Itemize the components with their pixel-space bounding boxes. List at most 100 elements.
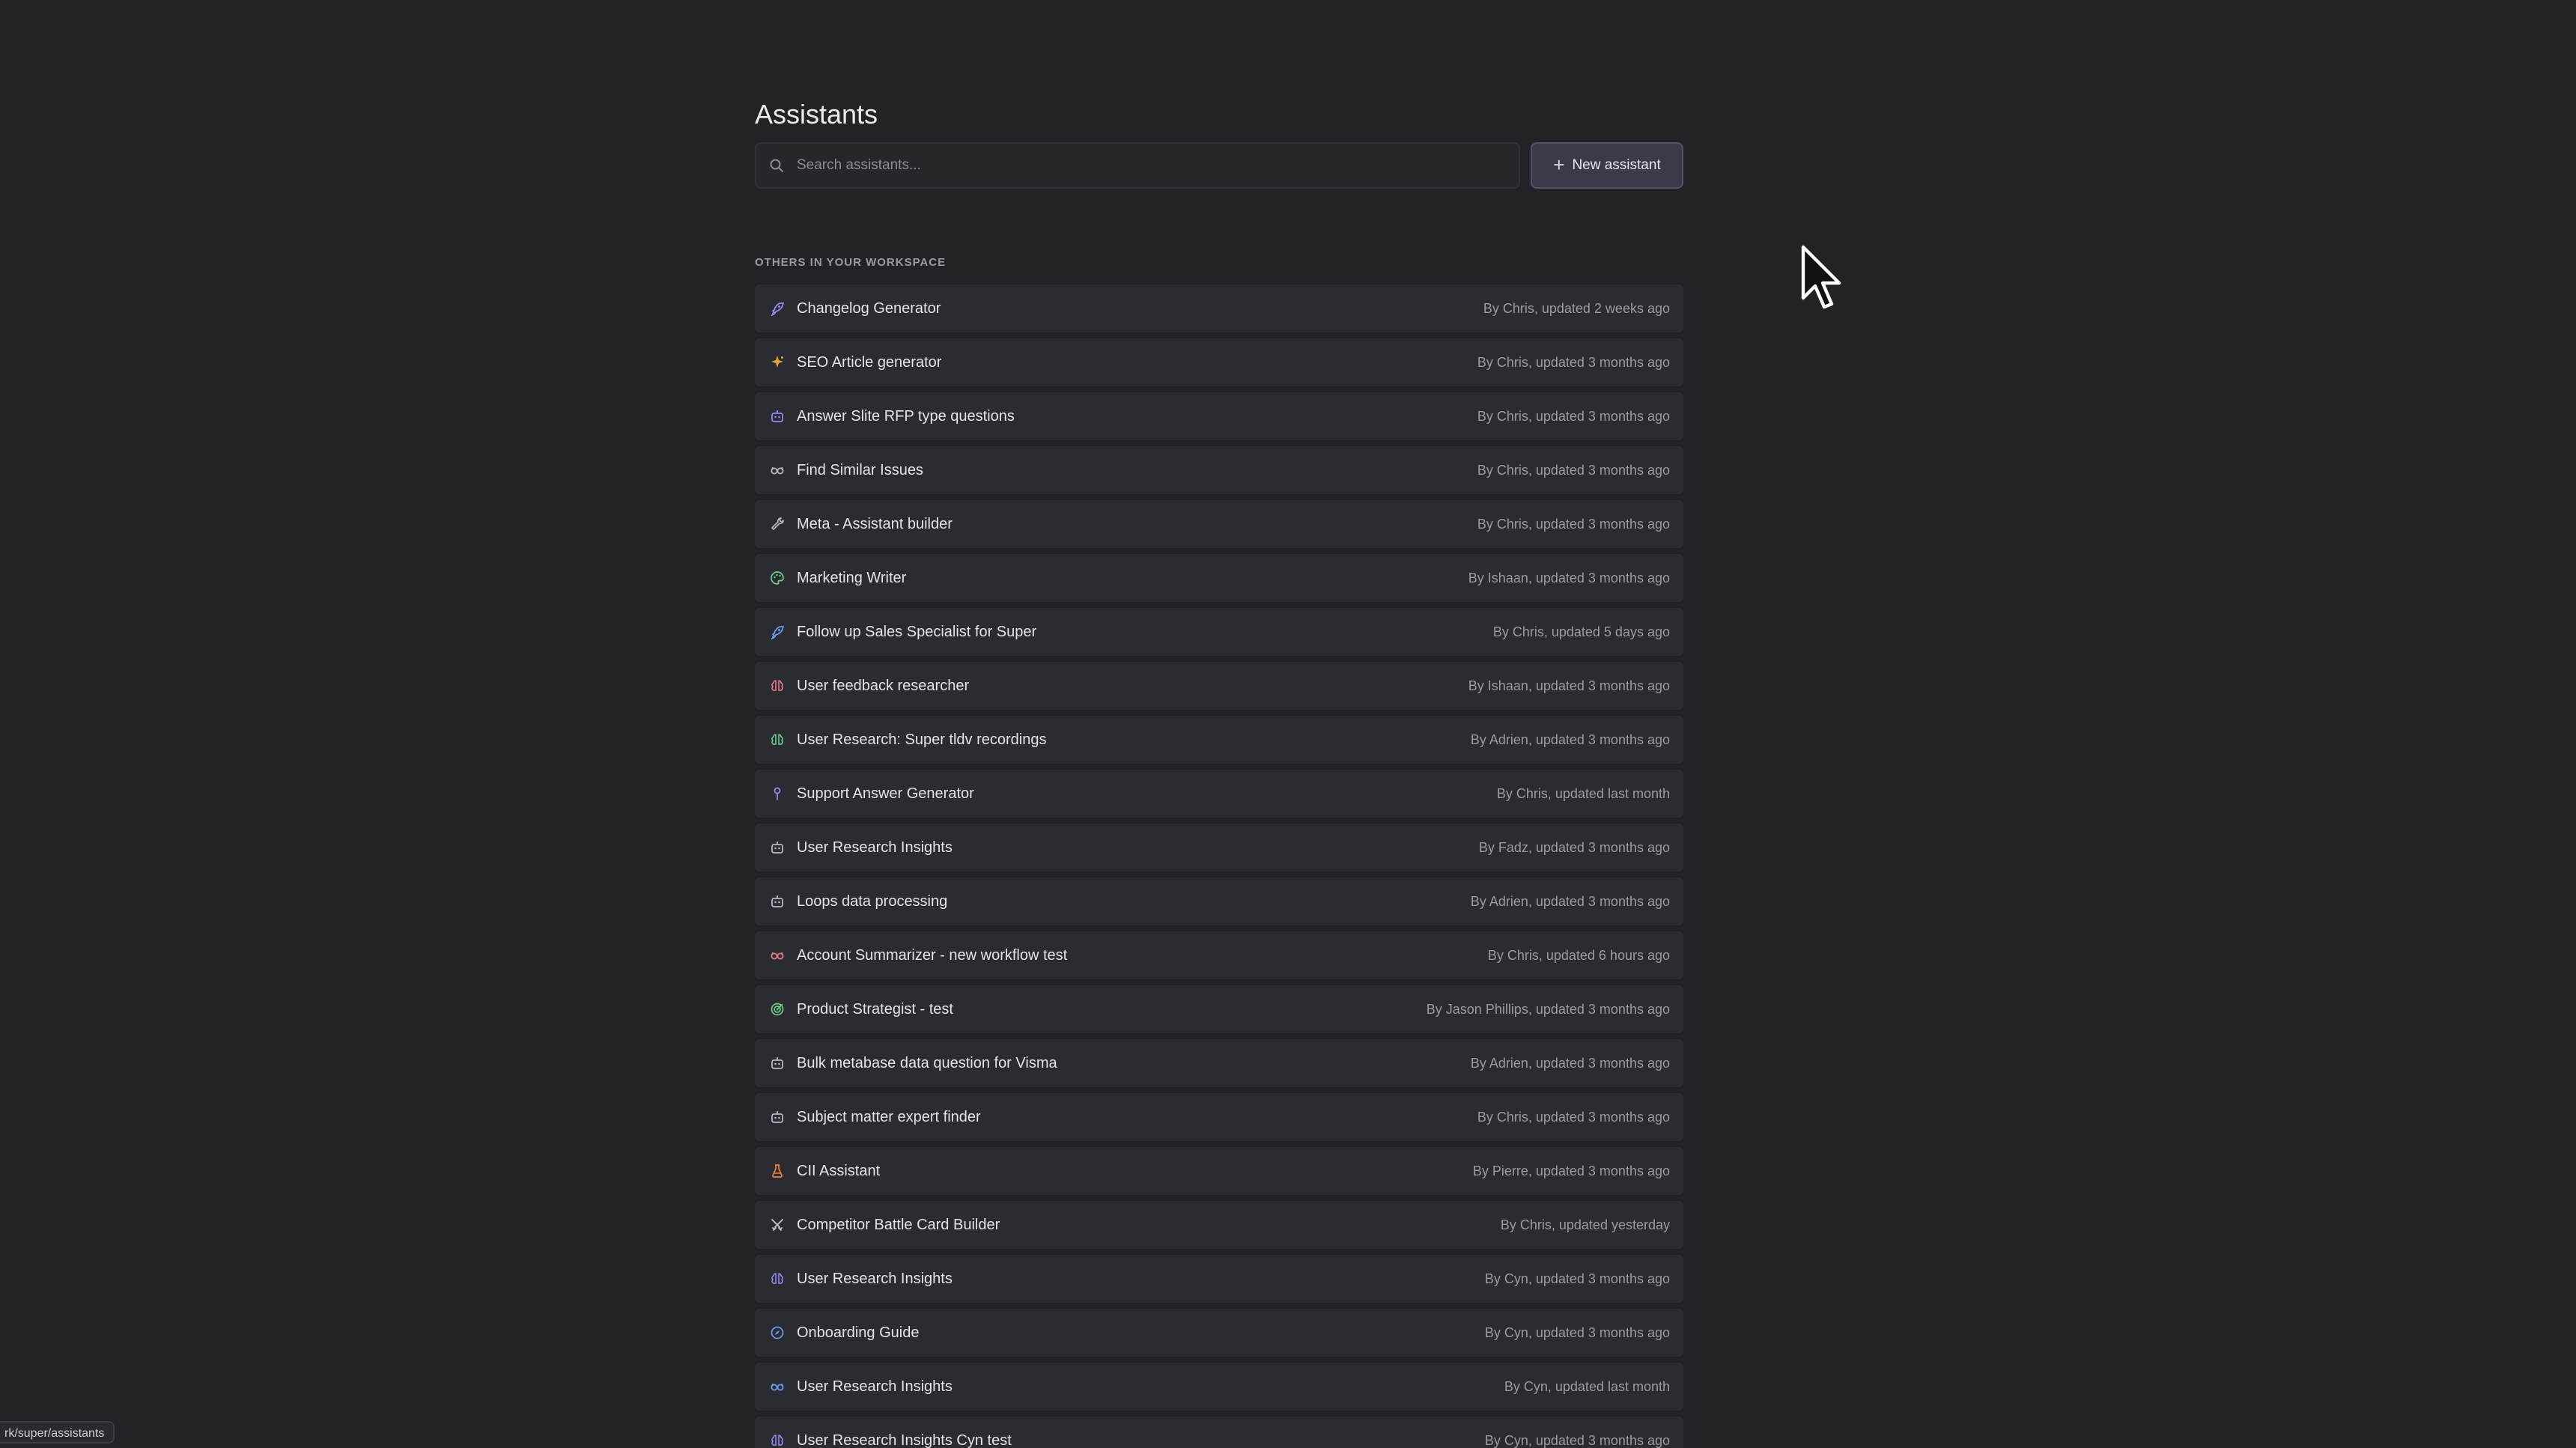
sparkle-icon: [768, 353, 786, 371]
main-content: Assistants + New assistant OTHERS IN YOU…: [755, 94, 1683, 1448]
assistant-meta: By Chris, updated 3 months ago: [1477, 354, 1670, 370]
assistant-row[interactable]: Bulk metabase data question for Visma By …: [755, 1039, 1683, 1087]
swords-icon: [768, 1216, 786, 1234]
assistant-name: User Research: Super tldv recordings: [797, 731, 1047, 748]
assistant-row[interactable]: SEO Article generator By Chris, updated 3…: [755, 338, 1683, 386]
glasses-icon: [768, 1378, 786, 1396]
new-assistant-button[interactable]: + New assistant: [1531, 142, 1683, 189]
assistant-meta: By Cyn, updated last month: [1504, 1378, 1670, 1394]
assistant-name: User Research Insights: [797, 1378, 953, 1395]
search-box[interactable]: [755, 142, 1520, 189]
assistant-meta: By Cyn, updated 3 months ago: [1484, 1324, 1670, 1340]
assistant-meta: By Chris, updated yesterday: [1500, 1217, 1670, 1232]
assistant-row[interactable]: Meta - Assistant builder By Chris, update…: [755, 500, 1683, 548]
assistant-meta: By Adrien, updated 3 months ago: [1470, 1055, 1670, 1071]
assistant-meta: By Ishaan, updated 3 months ago: [1468, 678, 1670, 693]
assistant-name: User Research Insights Cyn test: [797, 1432, 1012, 1448]
assistant-row[interactable]: User feedback researcher By Ishaan, updat…: [755, 662, 1683, 710]
assistant-row[interactable]: Support Answer Generator By Chris, update…: [755, 770, 1683, 818]
mouse-cursor-icon: [1800, 244, 1848, 317]
assistant-meta: By Chris, updated 5 days ago: [1492, 624, 1670, 639]
assistant-list: Changelog Generator By Chris, updated 2 w…: [755, 285, 1683, 1448]
assistant-row[interactable]: User Research Insights By Fadz, updated 3…: [755, 824, 1683, 871]
assistant-row[interactable]: User Research Insights By Cyn, updated 3 …: [755, 1255, 1683, 1303]
assistant-name: Competitor Battle Card Builder: [797, 1216, 1000, 1233]
assistant-name: Support Answer Generator: [797, 785, 974, 802]
assistant-row[interactable]: Product Strategist - test By Jason Philli…: [755, 985, 1683, 1033]
pin-icon: [768, 785, 786, 803]
robot-icon: [768, 1108, 786, 1126]
plus-icon: +: [1553, 153, 1565, 176]
compass-icon: [768, 1324, 786, 1342]
assistants-page: Assistants + New assistant OTHERS IN YOU…: [0, 0, 2576, 1448]
assistant-row[interactable]: User Research Insights By Cyn, updated la…: [755, 1363, 1683, 1411]
search-input[interactable]: [795, 143, 1516, 188]
assistant-name: Account Summarizer - new workflow test: [797, 946, 1068, 964]
assistant-meta: By Chris, updated 3 months ago: [1477, 462, 1670, 478]
assistant-meta: By Chris, updated last month: [1496, 785, 1670, 801]
assistant-row[interactable]: User Research Insights Cyn test By Cyn, u…: [755, 1417, 1683, 1448]
assistant-name: Bulk metabase data question for Visma: [797, 1054, 1057, 1071]
assistant-meta: By Pierre, updated 3 months ago: [1472, 1163, 1670, 1178]
assistant-meta: By Chris, updated 2 weeks ago: [1483, 300, 1670, 316]
rocket-icon: [768, 623, 786, 641]
assistant-name: Product Strategist - test: [797, 1000, 953, 1017]
search-icon: [768, 157, 785, 174]
assistant-row[interactable]: CII Assistant By Pierre, updated 3 months…: [755, 1147, 1683, 1195]
brain-icon: [768, 731, 786, 749]
assistant-name: Onboarding Guide: [797, 1324, 920, 1341]
assistant-name: Marketing Writer: [797, 569, 907, 586]
toolbar: + New assistant: [755, 142, 1683, 189]
target-icon: [768, 1000, 786, 1018]
assistant-row[interactable]: Loops data processing By Adrien, updated …: [755, 877, 1683, 925]
new-assistant-label: New assistant: [1572, 157, 1661, 173]
assistant-row[interactable]: Answer Slite RFP type questions By Chris,…: [755, 392, 1683, 440]
assistant-name: SEO Article generator: [797, 353, 942, 371]
assistant-row[interactable]: Competitor Battle Card Builder By Chris, …: [755, 1201, 1683, 1249]
page-title: Assistants: [755, 99, 878, 130]
glasses-icon: [768, 461, 786, 479]
assistant-meta: By Cyn, updated 3 months ago: [1484, 1432, 1670, 1448]
assistant-name: Answer Slite RFP type questions: [797, 407, 1015, 425]
assistant-row[interactable]: Account Summarizer - new workflow test By…: [755, 931, 1683, 979]
assistant-name: Subject matter expert finder: [797, 1108, 981, 1125]
assistant-meta: By Ishaan, updated 3 months ago: [1468, 570, 1670, 585]
assistant-name: Follow up Sales Specialist for Super: [797, 623, 1037, 640]
assistant-meta: By Chris, updated 3 months ago: [1477, 408, 1670, 424]
flask-icon: [768, 1162, 786, 1180]
brain-icon: [768, 677, 786, 695]
assistant-row[interactable]: Onboarding Guide By Cyn, updated 3 months…: [755, 1309, 1683, 1357]
assistant-row[interactable]: Marketing Writer By Ishaan, updated 3 mon…: [755, 554, 1683, 602]
assistant-meta: By Cyn, updated 3 months ago: [1484, 1271, 1670, 1286]
robot-icon: [768, 407, 786, 425]
wrench-icon: [768, 515, 786, 533]
palette-icon: [768, 569, 786, 587]
robot-icon: [768, 839, 786, 857]
assistant-row[interactable]: User Research: Super tldv recordings By A…: [755, 716, 1683, 764]
assistant-meta: By Adrien, updated 3 months ago: [1470, 731, 1670, 747]
assistant-name: User Research Insights: [797, 839, 953, 856]
status-bar-url: rk/super/assistants: [0, 1421, 115, 1444]
assistant-row[interactable]: Follow up Sales Specialist for Super By C…: [755, 608, 1683, 656]
assistant-meta: By Chris, updated 6 hours ago: [1487, 947, 1670, 963]
assistant-name: CII Assistant: [797, 1162, 881, 1179]
assistant-meta: By Chris, updated 3 months ago: [1477, 1109, 1670, 1125]
rocket-icon: [768, 299, 786, 317]
assistant-name: Changelog Generator: [797, 299, 941, 317]
assistant-meta: By Jason Phillips, updated 3 months ago: [1426, 1001, 1670, 1017]
assistant-name: User Research Insights: [797, 1270, 953, 1287]
assistant-name: Meta - Assistant builder: [797, 515, 953, 532]
robot-icon: [768, 1054, 786, 1072]
assistant-name: Loops data processing: [797, 892, 948, 910]
assistant-meta: By Fadz, updated 3 months ago: [1478, 839, 1670, 855]
brain-icon: [768, 1432, 786, 1448]
section-label: OTHERS IN YOUR WORKSPACE: [755, 256, 947, 269]
assistant-name: Find Similar Issues: [797, 461, 923, 478]
brain-icon: [768, 1270, 786, 1288]
assistant-meta: By Adrien, updated 3 months ago: [1470, 893, 1670, 909]
robot-icon: [768, 892, 786, 910]
assistant-row[interactable]: Subject matter expert finder By Chris, up…: [755, 1093, 1683, 1141]
assistant-name: User feedback researcher: [797, 677, 970, 694]
assistant-row[interactable]: Changelog Generator By Chris, updated 2 w…: [755, 285, 1683, 332]
assistant-row[interactable]: Find Similar Issues By Chris, updated 3 m…: [755, 446, 1683, 494]
